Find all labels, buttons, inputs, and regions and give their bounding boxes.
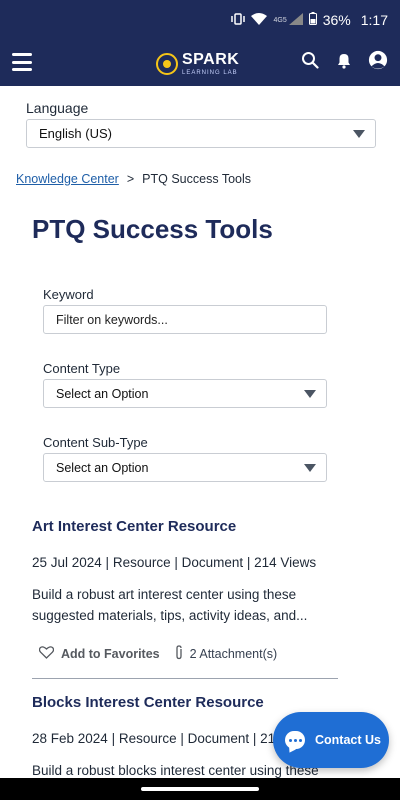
menu-icon[interactable]: [12, 53, 32, 71]
language-value: English (US): [39, 126, 112, 141]
breadcrumb: Knowledge Center > PTQ Success Tools: [16, 172, 251, 186]
keyword-label: Keyword: [43, 287, 94, 302]
attachments-label: 2 Attachment(s): [189, 647, 278, 661]
chevron-down-icon: [304, 390, 316, 398]
content-type-value: Select an Option: [56, 386, 149, 401]
result-meta: 25 Jul 2024 | Resource | Document | 214 …: [32, 555, 317, 570]
search-icon[interactable]: [300, 50, 320, 70]
chat-icon: [285, 731, 305, 749]
add-to-favorites-button[interactable]: Add to Favorites: [38, 646, 160, 662]
logo-subtitle: LEARNING LAB: [182, 70, 238, 76]
keyword-input[interactable]: [43, 305, 327, 334]
clock: 1:17: [360, 12, 388, 28]
result-description-line: Build a robust art interest center using…: [32, 587, 297, 602]
spark-logo[interactable]: SPARK LEARNING LAB: [156, 47, 246, 81]
home-gesture-handle[interactable]: [141, 787, 259, 791]
add-to-favorites-label: Add to Favorites: [61, 647, 160, 661]
content-subtype-label: Content Sub-Type: [43, 435, 148, 450]
logo-word: SPARK: [182, 51, 240, 68]
chevron-down-icon: [304, 464, 316, 472]
breadcrumb-current: PTQ Success Tools: [142, 172, 252, 186]
result-meta: 28 Feb 2024 | Resource | Document | 21: [32, 731, 276, 746]
signal-icon: [288, 12, 303, 28]
language-select[interactable]: English (US): [26, 119, 376, 148]
network-type: 4G5: [273, 16, 287, 24]
battery-percent: 36%: [322, 12, 351, 28]
content-type-select[interactable]: Select an Option: [43, 379, 327, 408]
chevron-down-icon: [353, 130, 365, 138]
contact-us-button[interactable]: Contact Us: [273, 712, 389, 768]
result-divider: [32, 678, 338, 679]
result-title[interactable]: Art Interest Center Resource: [32, 518, 236, 535]
breadcrumb-separator: >: [126, 172, 135, 186]
language-label: Language: [26, 100, 89, 116]
result-title[interactable]: Blocks Interest Center Resource: [32, 694, 264, 711]
content-subtype-select[interactable]: Select an Option: [43, 453, 327, 482]
result-description: Build a robust art interest center using…: [32, 584, 332, 626]
heart-icon: [38, 646, 55, 662]
breadcrumb-knowledge-center[interactable]: Knowledge Center: [16, 172, 119, 186]
bell-icon[interactable]: [334, 50, 354, 70]
result-actions: Add to Favorites 2 Attachment(s): [38, 645, 278, 663]
content-subtype-value: Select an Option: [56, 460, 149, 475]
paperclip-icon: [174, 645, 184, 663]
attachments-link[interactable]: 2 Attachment(s): [174, 645, 278, 663]
status-bar: 4G5 36% 1:17: [0, 0, 400, 40]
avatar-icon[interactable]: [368, 50, 388, 70]
content-type-label: Content Type: [43, 361, 121, 376]
battery-icon: [308, 12, 317, 28]
vibrate-icon: [231, 12, 246, 28]
app-header: SPARK LEARNING LAB: [0, 40, 400, 86]
lightbulb-icon: [156, 53, 178, 75]
result-description-line: suggested materials, tips, activity idea…: [32, 608, 308, 623]
contact-us-label: Contact Us: [315, 733, 381, 747]
wifi-icon: [251, 12, 268, 28]
page-title: PTQ Success Tools: [32, 214, 273, 244]
